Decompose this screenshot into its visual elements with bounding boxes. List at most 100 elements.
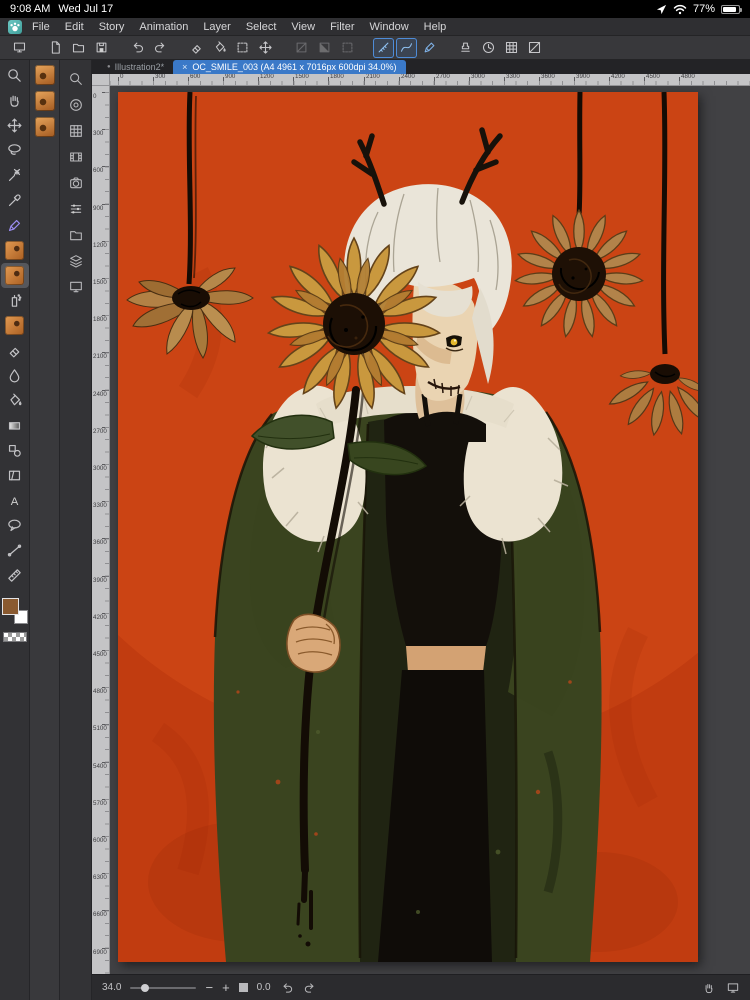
zoom-tool[interactable] <box>1 63 29 88</box>
gradient-tool[interactable] <box>1 413 29 438</box>
invert-selection-button[interactable] <box>314 38 335 58</box>
menu-edit[interactable]: Edit <box>65 21 84 33</box>
menu-filter[interactable]: Filter <box>330 21 354 33</box>
blend-tool[interactable] <box>1 363 29 388</box>
undo-button[interactable] <box>127 38 148 58</box>
clip-studio-button[interactable] <box>9 38 30 58</box>
open-file-button[interactable] <box>68 38 89 58</box>
ruler-left-label: 6300 <box>93 874 107 882</box>
subtool-thumb-2[interactable] <box>34 91 55 111</box>
selection-tool[interactable] <box>1 138 29 163</box>
menu-file[interactable]: File <box>32 21 50 33</box>
balloon-tool[interactable] <box>1 513 29 538</box>
auto-select-tool[interactable] <box>1 163 29 188</box>
subtool-thumb-1[interactable] <box>34 65 55 85</box>
airbrush-tool[interactable] <box>1 288 29 313</box>
canvas-viewport[interactable] <box>110 86 750 974</box>
menu-view[interactable]: View <box>291 21 315 33</box>
timelapse-button[interactable] <box>478 38 499 58</box>
palette-layer[interactable] <box>61 248 91 274</box>
ruler-top: 0 300 600 900 1200 1500 1800 2100 2400 2700 3000 33… <box>110 74 750 86</box>
rotate-right-icon[interactable] <box>303 981 317 995</box>
menu-window[interactable]: Window <box>370 21 409 33</box>
color-swatches[interactable] <box>1 598 28 624</box>
deselect-button[interactable] <box>291 38 312 58</box>
airbrush-icon <box>11 294 22 307</box>
ruler-left-label: 4500 <box>93 651 107 658</box>
snap-to-special-ruler-button[interactable] <box>396 37 417 58</box>
ruler-top-label: 3300 <box>505 74 520 80</box>
zoom-slider[interactable] <box>130 983 197 992</box>
ruler-left-label: 2400 <box>93 390 107 398</box>
ruler-tool[interactable] <box>1 563 29 588</box>
foreground-color-swatch[interactable] <box>1 598 19 615</box>
ruler-top-tick <box>363 77 365 85</box>
menu-select[interactable]: Select <box>246 21 277 33</box>
ruler-top-tick <box>503 77 505 85</box>
ruler-top-label: 2700 <box>435 74 450 80</box>
decoration-tool-thumbnail <box>5 316 24 335</box>
palette-subview[interactable] <box>61 170 91 196</box>
clip-studio-logo[interactable] <box>8 19 22 34</box>
navigator-icon[interactable] <box>726 981 740 995</box>
decoration-tool[interactable] <box>1 313 29 338</box>
menu-story[interactable]: Story <box>99 21 125 33</box>
palette-color[interactable] <box>61 92 91 118</box>
move-canvas-tool[interactable] <box>1 88 29 113</box>
snap-to-ruler-button[interactable] <box>373 37 394 58</box>
new-canvas-button[interactable] <box>45 38 66 58</box>
grid-button[interactable] <box>501 38 522 58</box>
menu-help[interactable]: Help <box>424 21 447 33</box>
magnifier-icon <box>69 73 82 85</box>
fill-tool[interactable] <box>1 388 29 413</box>
delete-button[interactable] <box>186 38 207 58</box>
snap-to-grid-button[interactable] <box>419 38 440 58</box>
tab-close-icon[interactable]: × <box>182 62 187 72</box>
selection-border-button[interactable] <box>337 38 358 58</box>
material-button[interactable] <box>455 38 476 58</box>
eraser-tool[interactable] <box>1 338 29 363</box>
ruler-left-label: 2700 <box>93 427 107 435</box>
snapruler-icon <box>378 42 389 53</box>
line-correction-tool[interactable] <box>1 538 29 563</box>
text-tool[interactable] <box>1 488 29 513</box>
brush-tool[interactable] <box>0 263 29 288</box>
pen-tool[interactable] <box>1 213 29 238</box>
ruler-top-tick <box>468 77 470 85</box>
ruler-left-label: 1500 <box>93 279 107 286</box>
zoom-out-button[interactable]: − <box>205 981 213 994</box>
palette-folder[interactable] <box>61 222 91 248</box>
flip-view-button[interactable] <box>524 38 545 58</box>
folder-icon <box>72 43 85 53</box>
fit-screen-toggle[interactable] <box>238 983 248 992</box>
tab-2[interactable]: × OC_SMILE_003 (A4 4961 x 7016px 600dpi 3… <box>173 60 406 74</box>
zoom-in-button[interactable]: + <box>222 981 230 994</box>
palette-animation[interactable] <box>61 144 91 170</box>
transparent-color-swatch[interactable] <box>2 632 27 642</box>
pencil-tool[interactable] <box>1 238 29 263</box>
move-tool[interactable] <box>1 113 29 138</box>
fill-button[interactable] <box>209 38 230 58</box>
tab-modified-dot: ● <box>107 64 111 70</box>
frame-border-tool[interactable] <box>1 463 29 488</box>
canvas-artwork[interactable] <box>118 92 698 962</box>
palette-navigator[interactable] <box>61 274 91 300</box>
palette-search[interactable] <box>61 66 91 92</box>
palette-material[interactable] <box>61 118 91 144</box>
tab-1[interactable]: ● Illustration2* <box>98 60 173 74</box>
rotate-left-icon[interactable] <box>280 981 294 995</box>
menu-animation[interactable]: Animation <box>139 21 188 33</box>
zoom-slider-knob[interactable] <box>141 983 150 992</box>
hand-nav-icon[interactable] <box>702 981 716 995</box>
menu-layer[interactable]: Layer <box>203 21 231 33</box>
transform-button[interactable] <box>232 38 253 58</box>
redo-button[interactable] <box>150 38 171 58</box>
figure-tool[interactable] <box>1 438 29 463</box>
command-bar <box>0 36 750 60</box>
palette-tool-property[interactable] <box>61 196 91 222</box>
ruler-top-label: 600 <box>190 74 201 80</box>
move-canvas-button[interactable] <box>255 38 276 58</box>
save-button[interactable] <box>91 38 112 58</box>
subtool-thumb-3[interactable] <box>34 117 55 137</box>
eyedropper-tool[interactable] <box>1 188 29 213</box>
